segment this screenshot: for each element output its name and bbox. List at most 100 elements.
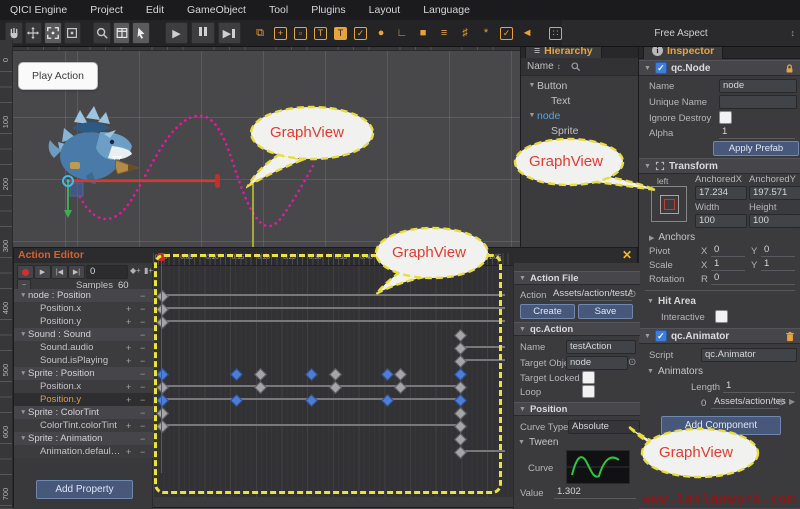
- create-token-icon[interactable]: ●: [374, 26, 388, 40]
- menu-item-tool[interactable]: Tool: [269, 4, 288, 16]
- animators-foldout[interactable]: ▼Animators: [647, 366, 703, 377]
- scale-y-field[interactable]: 1: [761, 258, 795, 271]
- add-key-button[interactable]: +: [126, 382, 131, 392]
- menu-item-project[interactable]: Project: [90, 4, 123, 16]
- add-property-button[interactable]: Add Property: [36, 480, 133, 499]
- qc-node-header[interactable]: ▼ qc.Node: [639, 60, 800, 76]
- remove-key-button[interactable]: −: [140, 343, 145, 353]
- pause-button[interactable]: [191, 22, 214, 44]
- sort-updown-icon[interactable]: ↕: [557, 62, 561, 71]
- animated-property-row[interactable]: Sound.audio+−: [14, 341, 153, 354]
- trash-icon[interactable]: [785, 331, 795, 342]
- search-icon[interactable]: [570, 61, 581, 72]
- remove-key-button[interactable]: −: [140, 317, 145, 327]
- animated-property-row[interactable]: Animation.defaultAnimation+−: [14, 445, 153, 458]
- animated-property-row[interactable]: Position.x+−: [14, 380, 153, 393]
- create-checkbox-icon[interactable]: ✓: [500, 27, 513, 40]
- menu-item-edit[interactable]: Edit: [146, 4, 164, 16]
- add-key-button[interactable]: +: [126, 421, 131, 431]
- add-key-button[interactable]: +: [126, 343, 131, 353]
- frame-field[interactable]: 0: [86, 265, 128, 279]
- animated-property-row[interactable]: ▼Sprite : ColorTint−: [14, 406, 153, 419]
- remove-key-button[interactable]: −: [140, 330, 145, 340]
- pivot-y-field[interactable]: 0: [761, 244, 795, 257]
- interactive-checkbox[interactable]: [715, 310, 728, 323]
- save-button[interactable]: Save: [578, 304, 633, 319]
- cursor-tool-button[interactable]: [132, 22, 150, 44]
- hierarchy-item-button[interactable]: ▼Button: [521, 78, 645, 93]
- remove-key-button[interactable]: −: [140, 434, 145, 444]
- value-field[interactable]: 1.302: [554, 486, 636, 499]
- scale-tool-button[interactable]: [44, 22, 62, 44]
- lock-icon[interactable]: [784, 63, 795, 74]
- panel-tool-button[interactable]: [113, 22, 131, 44]
- animator-item-field[interactable]: Assets/action/tes: [711, 396, 779, 409]
- alpha-field[interactable]: 1: [719, 126, 795, 139]
- length-field[interactable]: 1: [723, 380, 795, 393]
- animated-property-row[interactable]: ▼Sprite : Animation−: [14, 432, 153, 445]
- action-file-field[interactable]: Assets/action/testActio: [550, 288, 632, 301]
- add-keyframe-icon[interactable]: ◆+: [130, 266, 141, 275]
- rotation-field[interactable]: 0: [711, 272, 795, 285]
- foldout-icon[interactable]: ▼: [527, 82, 537, 89]
- add-key-button[interactable]: +: [126, 395, 131, 405]
- width-field[interactable]: 100: [695, 214, 747, 228]
- play-button[interactable]: ▶: [165, 22, 188, 44]
- height-field[interactable]: 100: [749, 214, 800, 228]
- create-frame-icon[interactable]: +: [274, 27, 287, 40]
- add-key-button[interactable]: +: [126, 447, 131, 457]
- apply-prefab-button[interactable]: Apply Prefab: [713, 141, 799, 156]
- component-enabled-checkbox[interactable]: [655, 330, 667, 342]
- foldout-icon[interactable]: ▼: [644, 333, 651, 340]
- dopesheet[interactable]: 0:000:050:100:150:200:250:300:350:400:45…: [153, 253, 513, 497]
- rect-tool-button[interactable]: [64, 22, 82, 44]
- component-enabled-checkbox[interactable]: [655, 62, 667, 74]
- unique-name-field[interactable]: [719, 95, 797, 109]
- remove-key-button[interactable]: −: [140, 304, 145, 314]
- anchoredx-field[interactable]: 17.234: [695, 186, 747, 200]
- object-picker-icon[interactable]: ⊙: [628, 357, 636, 368]
- creature-sprite[interactable]: [42, 98, 142, 193]
- move-tool-button[interactable]: [25, 22, 43, 44]
- create-text-icon[interactable]: T: [314, 27, 327, 40]
- add-event-icon[interactable]: ▮+: [144, 266, 153, 275]
- hit-area-header[interactable]: ▼Hit Area: [647, 296, 696, 307]
- transform-header[interactable]: ▼ Transform: [639, 158, 800, 174]
- animated-property-row[interactable]: ▼Sound : Sound−: [14, 328, 153, 341]
- tween-foldout[interactable]: ▼Tween: [518, 437, 558, 448]
- remove-key-button[interactable]: −: [140, 395, 145, 405]
- name-field[interactable]: node: [719, 79, 797, 93]
- curve-preview[interactable]: [566, 450, 630, 484]
- create-node-icon[interactable]: ⧉: [253, 26, 267, 40]
- create-panel-icon[interactable]: ■: [416, 26, 430, 40]
- menu-item-plugins[interactable]: Plugins: [311, 4, 345, 16]
- add-component-button[interactable]: Add Component: [661, 416, 781, 435]
- remove-key-button[interactable]: −: [140, 408, 145, 418]
- remove-key-button[interactable]: −: [140, 291, 145, 301]
- create-sliders-icon[interactable]: ♯: [458, 26, 472, 40]
- menu-item-language[interactable]: Language: [423, 4, 470, 16]
- create-gear-icon[interactable]: *: [479, 26, 493, 40]
- object-picker-icon[interactable]: ⊙: [777, 397, 785, 408]
- create-inputfield-icon[interactable]: T: [334, 27, 347, 40]
- animated-property-row[interactable]: ▼node : Position−: [14, 289, 153, 302]
- menu-item-layout[interactable]: Layout: [369, 4, 401, 16]
- step-button[interactable]: ▶: [218, 22, 241, 44]
- pivot-x-field[interactable]: 0: [711, 244, 745, 257]
- foldout-icon[interactable]: ▼: [644, 163, 651, 170]
- action-file-header[interactable]: ▼Action File: [514, 271, 640, 285]
- next-frame-button[interactable]: ▶|: [68, 265, 85, 279]
- create-toggle-icon[interactable]: ✓: [354, 27, 367, 40]
- script-field[interactable]: qc.Animator: [701, 348, 797, 362]
- target-locked-checkbox[interactable]: [582, 371, 595, 384]
- animated-property-row[interactable]: Sound.isPlaying+−: [14, 354, 153, 367]
- animated-property-row[interactable]: Position.y+−: [14, 315, 153, 328]
- remove-key-button[interactable]: −: [140, 447, 145, 457]
- zoom-tool-button[interactable]: [93, 22, 111, 44]
- target-object-field[interactable]: node: [566, 356, 628, 370]
- menu-item-qici-engine[interactable]: QICI Engine: [10, 4, 67, 16]
- action-name-field[interactable]: testAction: [566, 340, 636, 354]
- settings-grid-icon[interactable]: ∷: [549, 27, 562, 40]
- audio-icon[interactable]: ◄: [520, 26, 534, 40]
- anchoredy-field[interactable]: 197.571: [749, 186, 800, 200]
